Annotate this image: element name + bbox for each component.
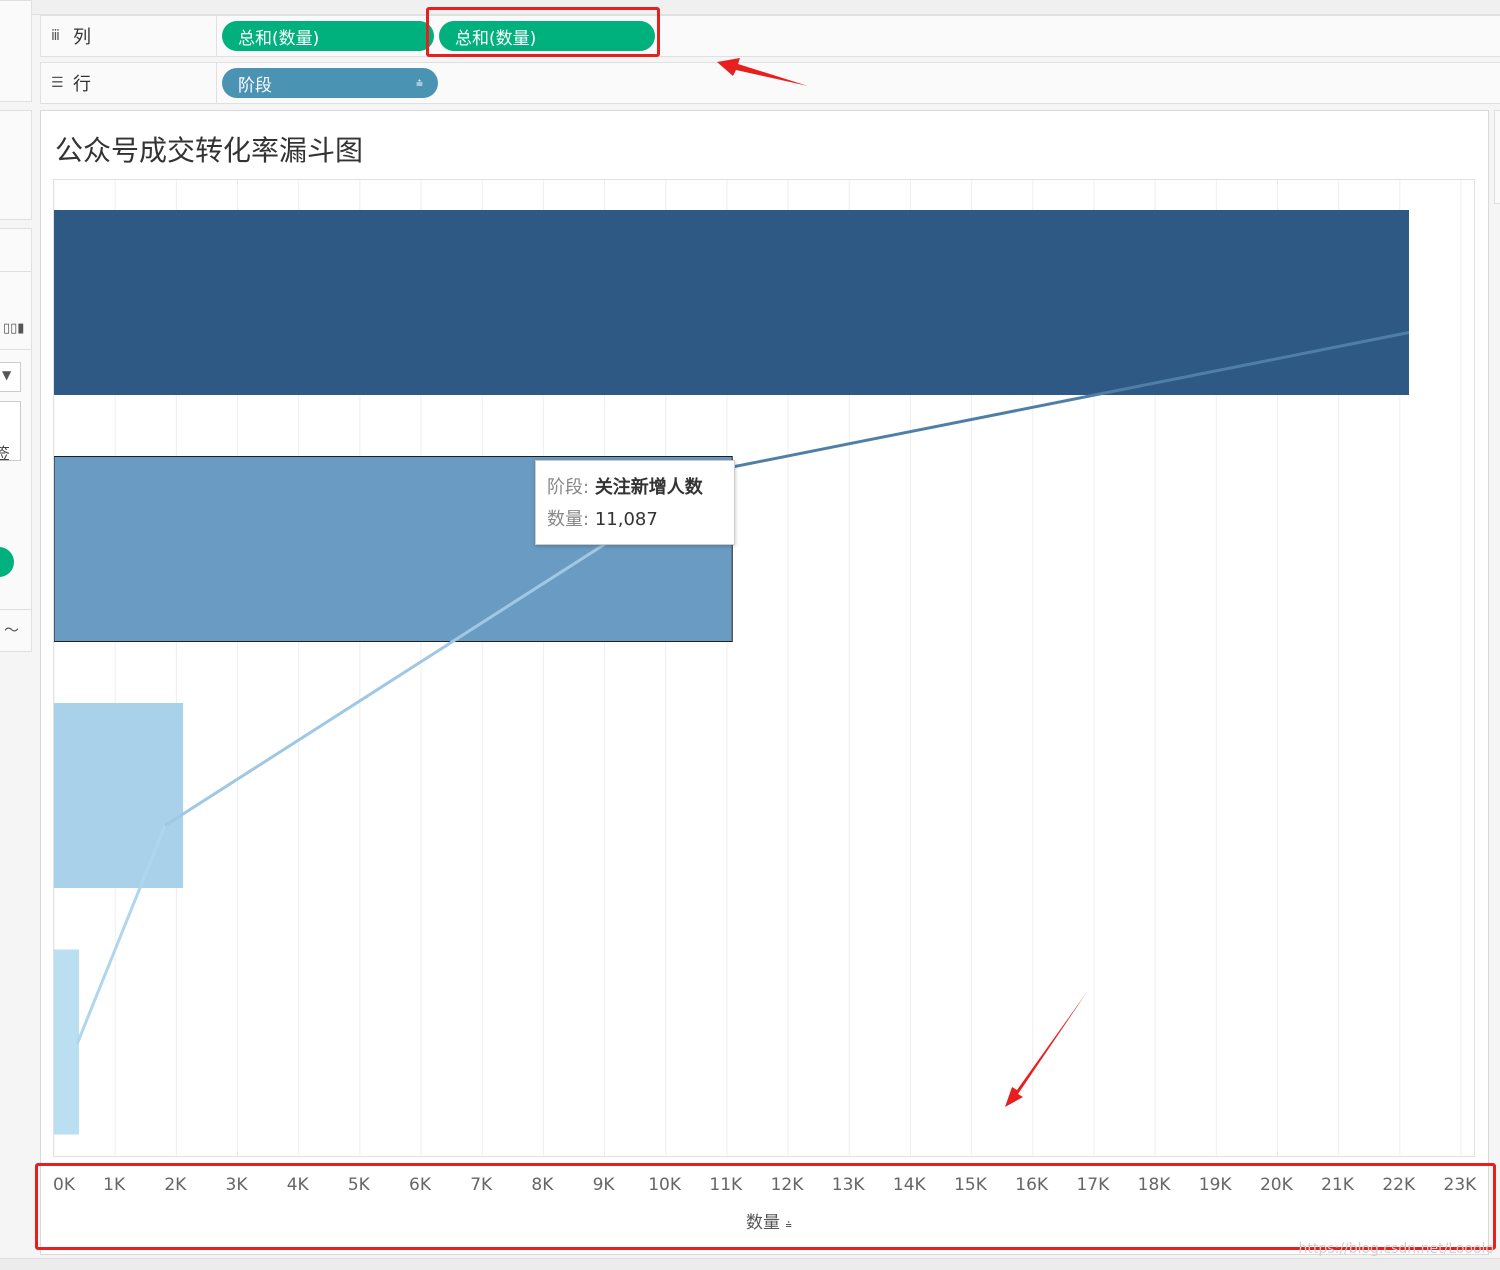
arrow-icon (717, 58, 808, 86)
arrow-icon (1005, 992, 1087, 1107)
annotation-arrows (717, 58, 1087, 1107)
watermark: https://blog.csdn.net/Looolo (1298, 1241, 1494, 1257)
bottom-bar (0, 1258, 1500, 1270)
